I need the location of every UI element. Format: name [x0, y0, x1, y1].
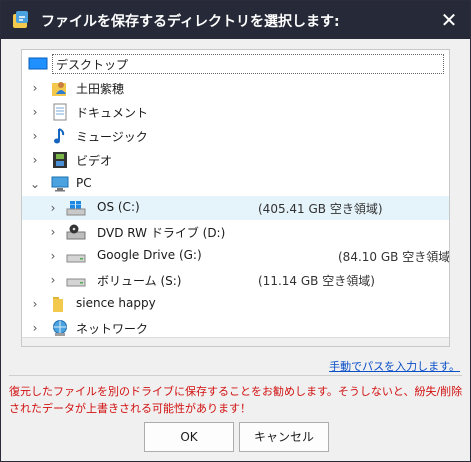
tree-item-music[interactable]: › ミュージック — [22, 124, 449, 148]
chevron-right-icon[interactable]: › — [46, 225, 60, 239]
horizontal-scrollbar[interactable] — [22, 337, 449, 346]
chevron-right-icon[interactable]: › — [28, 105, 42, 119]
title-bar: ファイルを保存するディレクトリを選択します: ✕ — [1, 1, 470, 39]
dialog-title: ファイルを保存するディレクトリを選択します: — [41, 14, 340, 30]
tree-item-drive-g[interactable]: › Google Drive (G:) (84.10 GB 空き領域) — [22, 244, 449, 268]
tree-item-label: ドキュメント — [76, 106, 149, 120]
drive-free-space: (11.14 GB 空き領域) — [258, 274, 375, 288]
divider — [9, 375, 462, 376]
tree-item-pc[interactable]: ⌄ PC — [22, 172, 449, 196]
tree-item-user[interactable]: › 土田紫穂 — [22, 76, 449, 100]
tree-item-label: ネットワーク — [76, 322, 149, 336]
tree-item-drive-s[interactable]: › ボリューム (S:) (11.14 GB 空き領域) — [22, 268, 449, 292]
drive-label: OS (C:) — [97, 200, 140, 214]
tree-item-drive-d[interactable]: › DVD RW ドライブ (D:) — [22, 220, 449, 244]
tree-item-label: 土田紫穂 — [76, 82, 125, 96]
warning-message: 復元したファイルを別のドライブに保存することをお勧めします。そうしないと、紛失/… — [9, 385, 463, 415]
drive-free-space: (84.10 GB 空き領域) — [338, 250, 450, 264]
app-logo-icon — [13, 11, 28, 28]
chevron-right-icon[interactable]: › — [28, 153, 42, 167]
chevron-right-icon[interactable]: › — [28, 129, 42, 143]
tree-item-videos[interactable]: › ビデオ — [22, 148, 449, 172]
tree-item-desktop[interactable]: デスクトップ — [22, 52, 449, 76]
computer-icon — [51, 176, 69, 192]
tree-item-label: sience happy — [76, 296, 156, 310]
manual-path-link[interactable]: 手動でパスを入力します。 — [329, 358, 460, 374]
chevron-right-icon[interactable]: › — [46, 273, 60, 287]
close-icon: ✕ — [440, 8, 458, 32]
folder-icon — [53, 297, 63, 312]
cancel-button[interactable]: キャンセル — [239, 422, 329, 452]
tree-item-drive-c[interactable]: › OS (C:) (405.41 GB 空き領域) — [22, 196, 449, 220]
drive-icon — [66, 254, 86, 263]
close-button[interactable]: ✕ — [438, 9, 460, 31]
desktop-icon — [28, 57, 48, 70]
tree-item-label: PC — [76, 176, 92, 190]
music-note-icon — [54, 128, 65, 144]
drive-label: DVD RW ドライブ (D:) — [97, 226, 226, 240]
chevron-right-icon[interactable]: › — [46, 249, 60, 263]
tree-item-label: ミュージック — [76, 130, 148, 144]
windows-drive-icon — [66, 201, 86, 216]
folder-tree[interactable]: デスクトップ › 土田紫穂 › ドキュメント › ミュージック › ビデオ ⌄ … — [21, 49, 450, 347]
save-directory-dialog: ファイルを保存するディレクトリを選択します: ✕ デスクトップ › 土田紫穂 ›… — [0, 0, 471, 462]
drive-label: ボリューム (S:) — [97, 274, 182, 288]
video-film-icon — [53, 152, 67, 168]
tree-item-documents[interactable]: › ドキュメント — [22, 100, 449, 124]
drive-label: Google Drive (G:) — [97, 248, 202, 262]
chevron-right-icon[interactable]: › — [28, 297, 42, 311]
tree-item-label: ビデオ — [76, 154, 113, 168]
drive-icon — [66, 278, 86, 287]
tree-item-label: デスクトップ — [56, 58, 129, 72]
documents-icon — [53, 103, 67, 121]
chevron-right-icon[interactable]: › — [46, 201, 60, 215]
dvd-drive-icon — [66, 224, 86, 240]
ok-button[interactable]: OK — [144, 422, 234, 452]
drive-free-space: (405.41 GB 空き領域) — [258, 202, 383, 216]
chevron-right-icon[interactable]: › — [28, 81, 42, 95]
network-icon — [53, 320, 67, 336]
chevron-down-icon[interactable]: ⌄ — [28, 177, 42, 191]
user-folder-icon — [52, 82, 66, 96]
chevron-right-icon[interactable]: › — [28, 321, 42, 335]
tree-item-folder[interactable]: › sience happy — [22, 292, 449, 316]
